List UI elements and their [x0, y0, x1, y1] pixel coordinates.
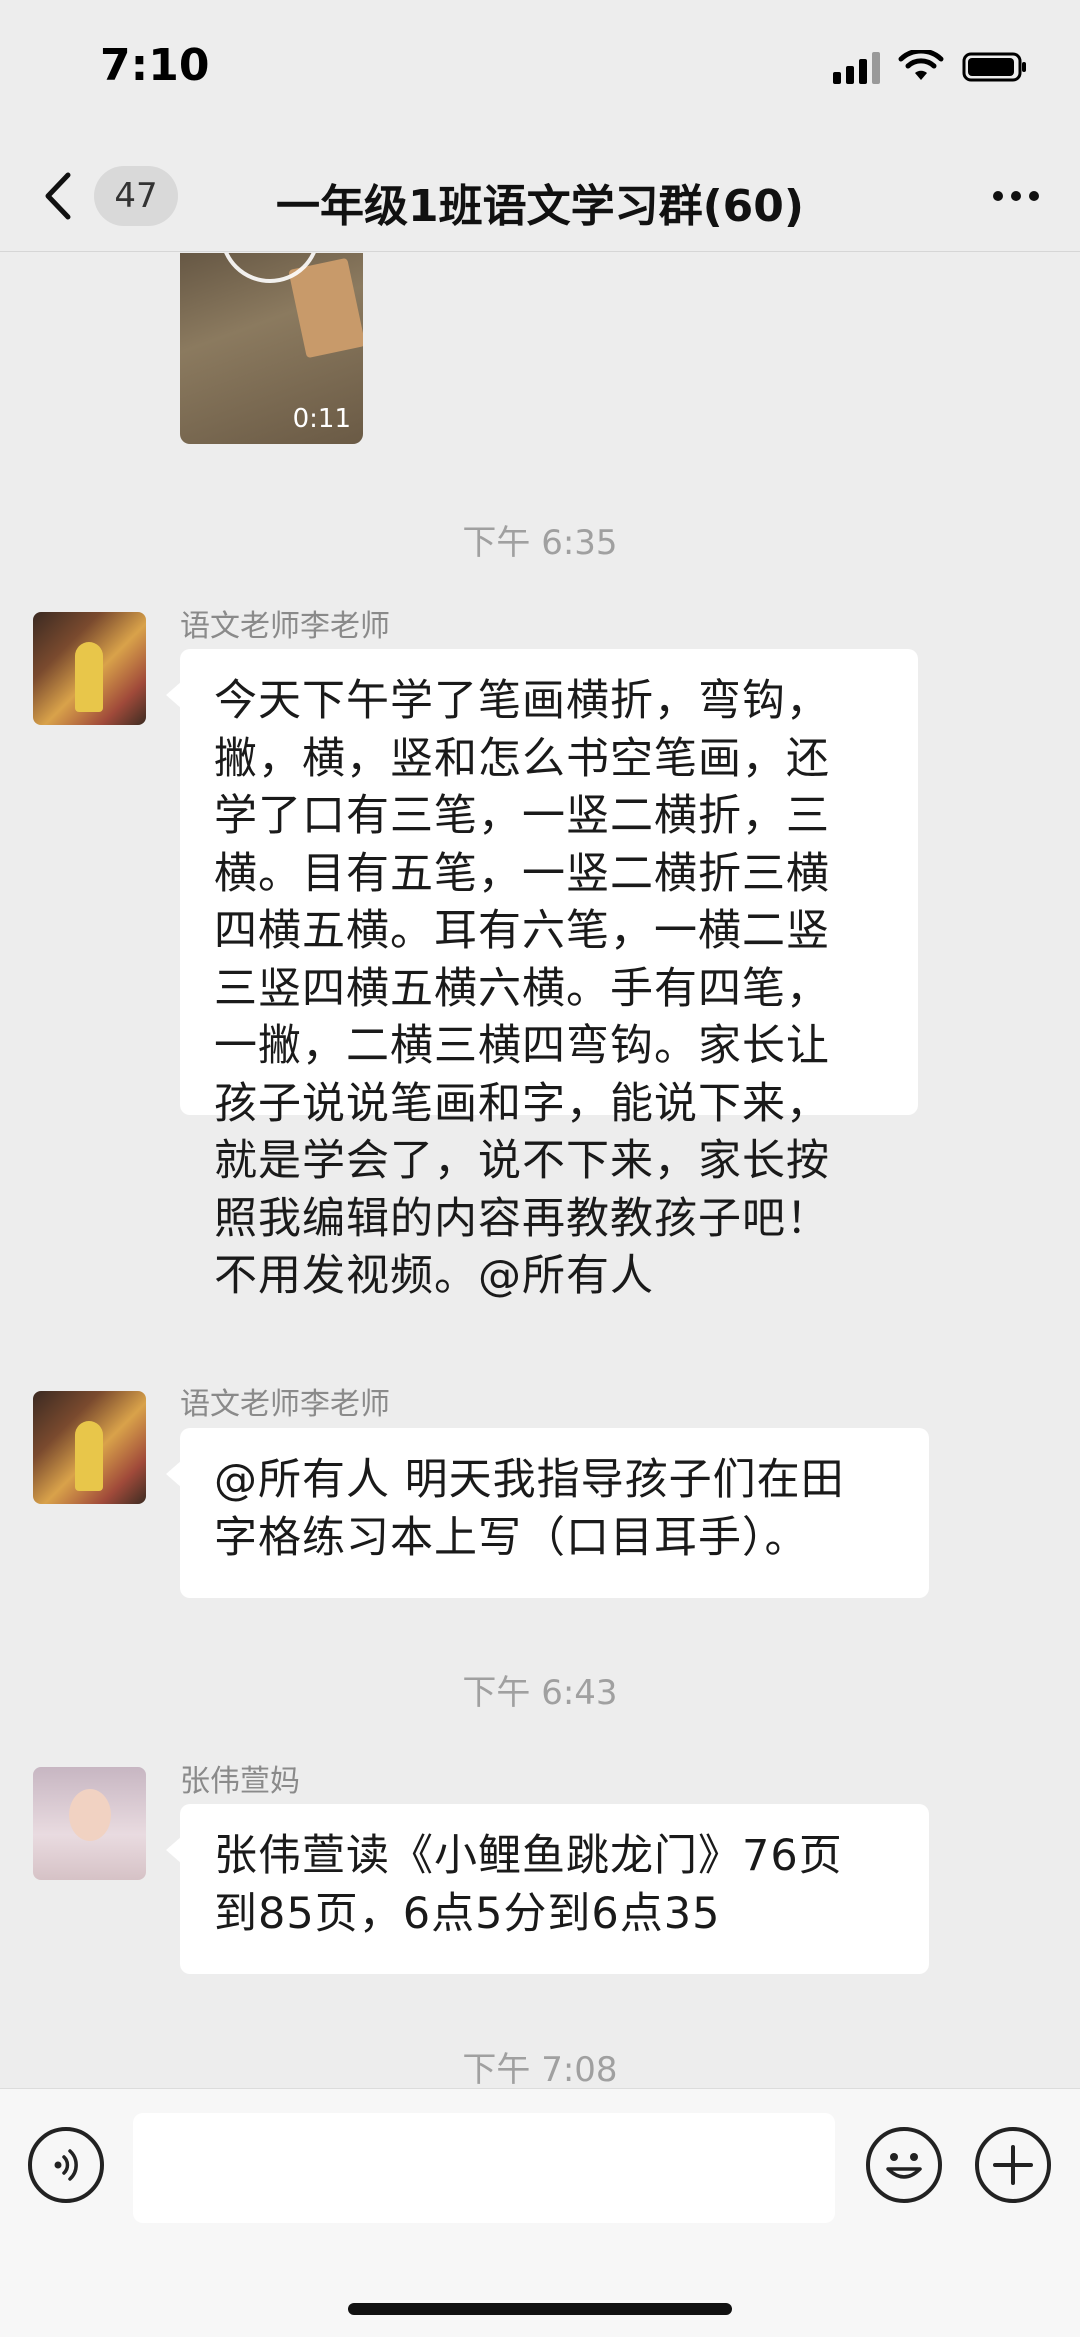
message-line: @所有人 明天我指导孩子们在田 [214, 1455, 845, 1505]
sender-name: 语文老师李老师 [180, 1387, 390, 1422]
timestamp: 下午 6:43 [462, 1673, 618, 1713]
message-list[interactable]: 0:11 下午 6:35 语文老师李老师 今天下午学了笔画横折，弯钩， 撇，横，… [0, 253, 1080, 2088]
message-line: 照我编辑的内容再教教孩子吧！ [214, 1193, 830, 1244]
message-line: 三竖四横五横六横。手有四笔， [214, 963, 830, 1014]
message-line: 孩子说说笔画和字，能说下来， [214, 1078, 830, 1129]
message-line: 到85页，6点5分到6点35 [214, 1888, 721, 1939]
message-line: 就是学会了，说不下来，家长按 [214, 1136, 830, 1186]
timestamp: 下午 6:35 [462, 523, 618, 563]
mom-avatar[interactable] [33, 1767, 146, 1880]
message-line: 不用发视频。@所有人 [214, 1251, 654, 1301]
input-bar [0, 2088, 1080, 2337]
smiley-icon [886, 2153, 922, 2179]
home-indicator [348, 2303, 732, 2315]
message-bubble[interactable]: 张伟萱读《小鲤鱼跳龙门》76页 到85页，6点5分到6点35 [166, 1804, 929, 1974]
sender-name: 语文老师李老师 [180, 609, 390, 644]
more-options-button[interactable] [984, 168, 1048, 224]
timestamp: 下午 7:08 [462, 2050, 618, 2088]
plus-icon [993, 2145, 1033, 2185]
group-title: 一年级1班语文学习群(60) [275, 181, 805, 232]
status-time: 7:10 [100, 40, 210, 91]
battery-icon [962, 50, 1028, 84]
message-bubble[interactable]: 今天下午学了笔画横折，弯钩， 撇，横，竖和怎么书空笔画，还 学了口有三笔，一竖二… [166, 649, 918, 1301]
message-line: 一撇，二横三横四弯钩。家长让 [214, 1021, 830, 1071]
chat-header: 47 一年级1班语文学习群(60) [0, 140, 1080, 252]
message-line: 撇，横，竖和怎么书空笔画，还 [214, 733, 830, 784]
wifi-icon [898, 50, 944, 84]
teacher-avatar[interactable] [33, 1391, 146, 1504]
voice-icon [54, 2149, 78, 2181]
status-icons [833, 50, 1028, 84]
video-duration: 0:11 [292, 404, 351, 434]
more-dot-icon [993, 191, 1003, 201]
message-line: 今天下午学了笔画横折，弯钩， [214, 676, 830, 726]
message-bubble[interactable]: @所有人 明天我指导孩子们在田 字格练习本上写（口目耳手）。 [166, 1428, 929, 1598]
message-line: 学了口有三笔，一竖二横折，三 [214, 791, 830, 841]
chevron-left-icon [45, 172, 71, 220]
message-line: 四横五横。耳有六笔，一横二竖 [214, 906, 830, 956]
message-line: 字格练习本上写（口目耳手）。 [214, 1512, 809, 1563]
back-button[interactable]: 47 [40, 164, 200, 228]
teacher-avatar[interactable] [33, 612, 146, 725]
message-line: 张伟萱读《小鲤鱼跳龙门》76页 [214, 1831, 843, 1881]
more-dot-icon [1029, 191, 1039, 201]
emoji-button[interactable] [866, 2127, 942, 2203]
chat-screen: 7:10 47 一年级1班语文学习群(60) 0:11 下午 6:35 语文老师… [0, 0, 1080, 2337]
message-line: 横。目有五笔，一竖二横折三横 [214, 848, 830, 899]
more-functions-button[interactable] [975, 2127, 1051, 2203]
more-dot-icon [1011, 191, 1021, 201]
voice-input-button[interactable] [28, 2127, 104, 2203]
video-message[interactable]: 0:11 [180, 253, 363, 444]
unread-count-badge: 47 [94, 166, 178, 226]
sender-name: 张伟萱妈 [180, 1764, 300, 1799]
message-input[interactable] [133, 2113, 835, 2223]
cellular-signal-icon [833, 50, 880, 84]
status-bar: 7:10 [0, 0, 1080, 140]
